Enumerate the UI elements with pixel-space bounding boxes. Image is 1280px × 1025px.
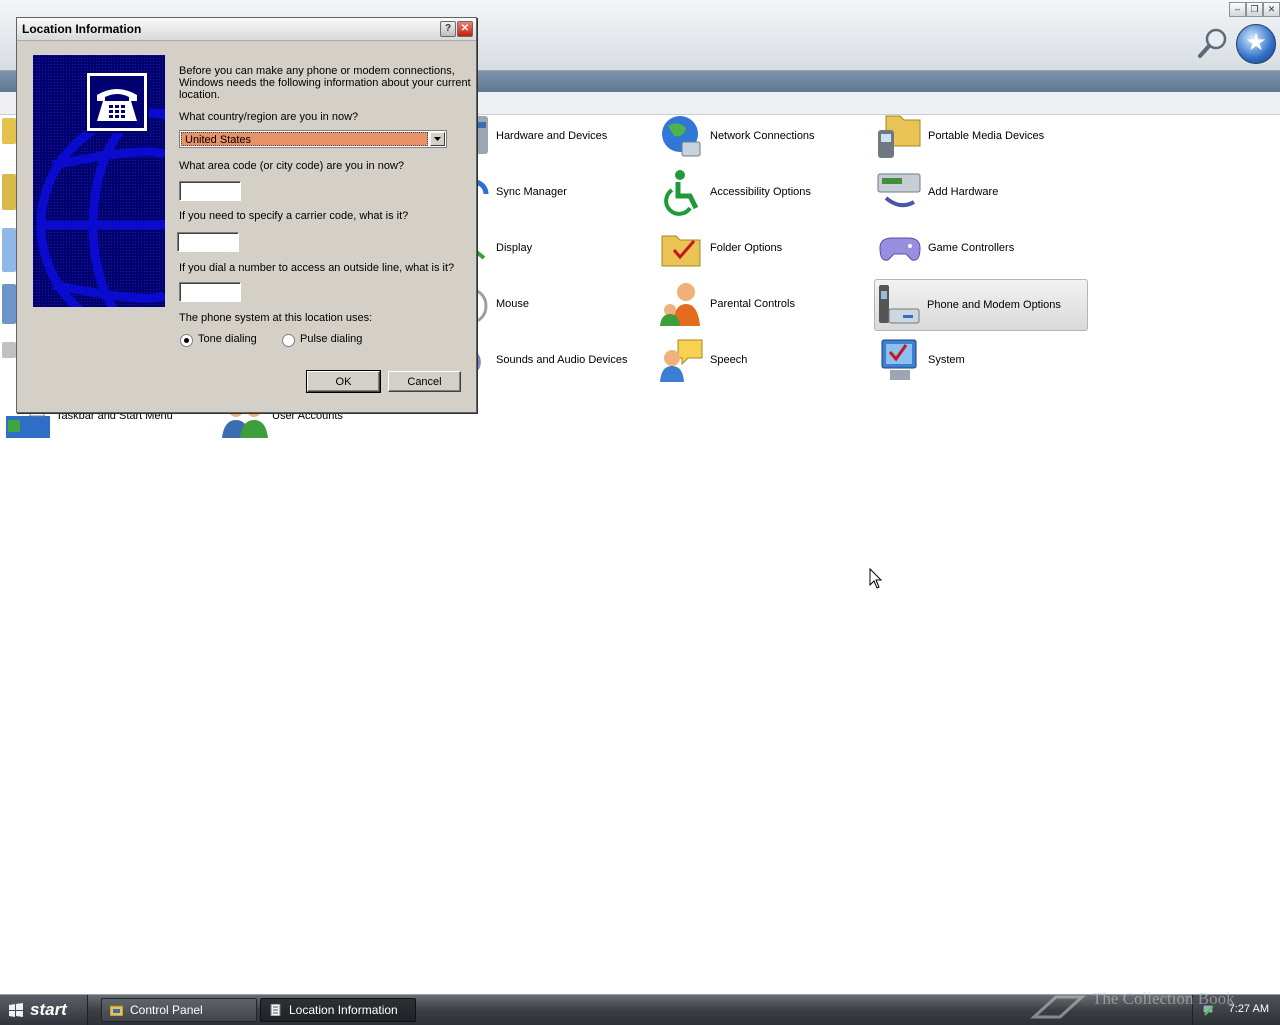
cp-item-label: Game Controllers (928, 242, 1015, 254)
pulse-dialing-label[interactable]: Pulse dialing (300, 333, 362, 345)
carrier-code-input[interactable] (177, 232, 239, 252)
minimize-button[interactable]: – (1229, 2, 1246, 17)
phone-system-label: The phone system at this location uses: (179, 312, 373, 324)
cp-item-label: Mouse (496, 298, 530, 310)
task-label: Control Panel (130, 1003, 203, 1017)
cp-item-label: System (928, 354, 965, 366)
location-information-dialog: Location Information ? ✕ Before you can … (16, 17, 477, 413)
cp-item-phone-modem[interactable]: Phone and Modem Options (874, 279, 1088, 331)
control-panel-icon (110, 1005, 123, 1016)
start-button[interactable]: start (0, 995, 88, 1025)
maximize-button[interactable]: ❐ (1246, 2, 1263, 17)
radio-selected-dot (184, 338, 189, 343)
cp-item-folder-options[interactable]: Folder Options (658, 223, 782, 273)
pulse-dialing-radio[interactable] (282, 334, 295, 347)
windows-flag-icon (9, 1003, 23, 1017)
cp-item-label: Speech (710, 354, 748, 366)
phone-modem-icon (875, 281, 923, 329)
taskbar: start Control Panel Location Information… (0, 994, 1280, 1025)
favorites-star-icon[interactable]: ★ (1236, 24, 1276, 64)
mouse-cursor-icon (869, 568, 883, 589)
country-dropdown[interactable]: United States (179, 130, 447, 148)
tone-dialing-radio[interactable] (180, 334, 193, 347)
cp-item-speech[interactable]: Speech (658, 335, 747, 385)
cp-item-label: Sounds and Audio Devices (496, 354, 628, 366)
game-controllers-icon (876, 224, 924, 272)
system-icon (876, 336, 924, 384)
outside-line-input[interactable] (179, 282, 241, 302)
cp-item-label: Add Hardware (928, 186, 999, 198)
cp-item-parental-controls[interactable]: Parental Controls (658, 279, 795, 329)
cp-item-game-controllers[interactable]: Game Controllers (876, 223, 1014, 273)
window-close-button[interactable]: ✕ (1263, 2, 1280, 17)
folder-options-icon (658, 224, 706, 272)
intro-text: Before you can make any phone or modem c… (179, 65, 471, 101)
task-label: Location Information (289, 1003, 398, 1017)
cp-item-portable-media[interactable]: Portable Media Devices (876, 111, 1044, 161)
cp-item-add-hardware[interactable]: Add Hardware (876, 167, 998, 217)
cp-item-hardware-devices[interactable]: Hardware and Devices (466, 111, 607, 161)
cp-item-label: Parental Controls (710, 298, 795, 310)
cp-item-system[interactable]: System (876, 335, 965, 385)
cp-item-label: Hardware and Devices (496, 130, 608, 142)
speech-icon (658, 336, 706, 384)
watermark: The Collection Book (1030, 989, 1235, 1019)
dialog-titlebar[interactable]: Location Information ? ✕ (17, 18, 476, 41)
cp-item-network-connections[interactable]: Network Connections (658, 111, 815, 161)
cp-item-label: Phone and Modem Options (927, 299, 1061, 311)
search-icon[interactable] (1196, 26, 1230, 60)
book-logo-icon (1030, 995, 1086, 1019)
cp-item-label: Display (496, 242, 533, 254)
area-code-input[interactable] (179, 181, 241, 201)
cp-item-label: Network Connections (710, 130, 815, 142)
taskbar-item-control-panel[interactable]: Control Panel (101, 998, 257, 1022)
country-selected-value[interactable]: United States (181, 132, 428, 146)
chevron-down-icon[interactable] (430, 132, 445, 146)
cp-item-sounds[interactable]: Sounds and Audio Devices (466, 335, 627, 385)
network-connections-icon (658, 112, 706, 160)
cp-item-label: Folder Options (710, 242, 783, 254)
close-button[interactable]: ✕ (457, 21, 473, 37)
dialog-title: Location Information (22, 22, 142, 36)
add-hardware-icon (876, 168, 924, 216)
help-button[interactable]: ? (440, 21, 456, 37)
ok-button[interactable]: OK (306, 370, 381, 393)
document-icon (270, 1004, 281, 1016)
tone-dialing-label[interactable]: Tone dialing (198, 333, 257, 345)
cp-item-label: Accessibility Options (710, 186, 811, 198)
parental-controls-icon (658, 280, 706, 328)
dialog-art-panel (33, 55, 165, 307)
cp-item-sync-manager[interactable]: Sync Manager (466, 167, 567, 217)
cp-item-accessibility[interactable]: Accessibility Options (658, 167, 811, 217)
cp-item-label: Sync Manager (496, 186, 567, 198)
area-code-label: What area code (or city code) are you in… (179, 160, 405, 172)
cancel-button[interactable]: Cancel (388, 371, 461, 392)
country-label: What country/region are you in now? (179, 111, 359, 123)
carrier-code-label: If you need to specify a carrier code, w… (179, 210, 409, 222)
globe-phone-icon (33, 55, 165, 307)
portable-media-icon (876, 112, 924, 160)
cp-item-label: Portable Media Devices (928, 130, 1045, 142)
start-label: start (30, 1000, 67, 1019)
accessibility-icon (658, 168, 706, 216)
outside-line-label: If you dial a number to access an outsid… (179, 262, 455, 274)
taskbar-item-location-information[interactable]: Location Information (260, 998, 416, 1022)
